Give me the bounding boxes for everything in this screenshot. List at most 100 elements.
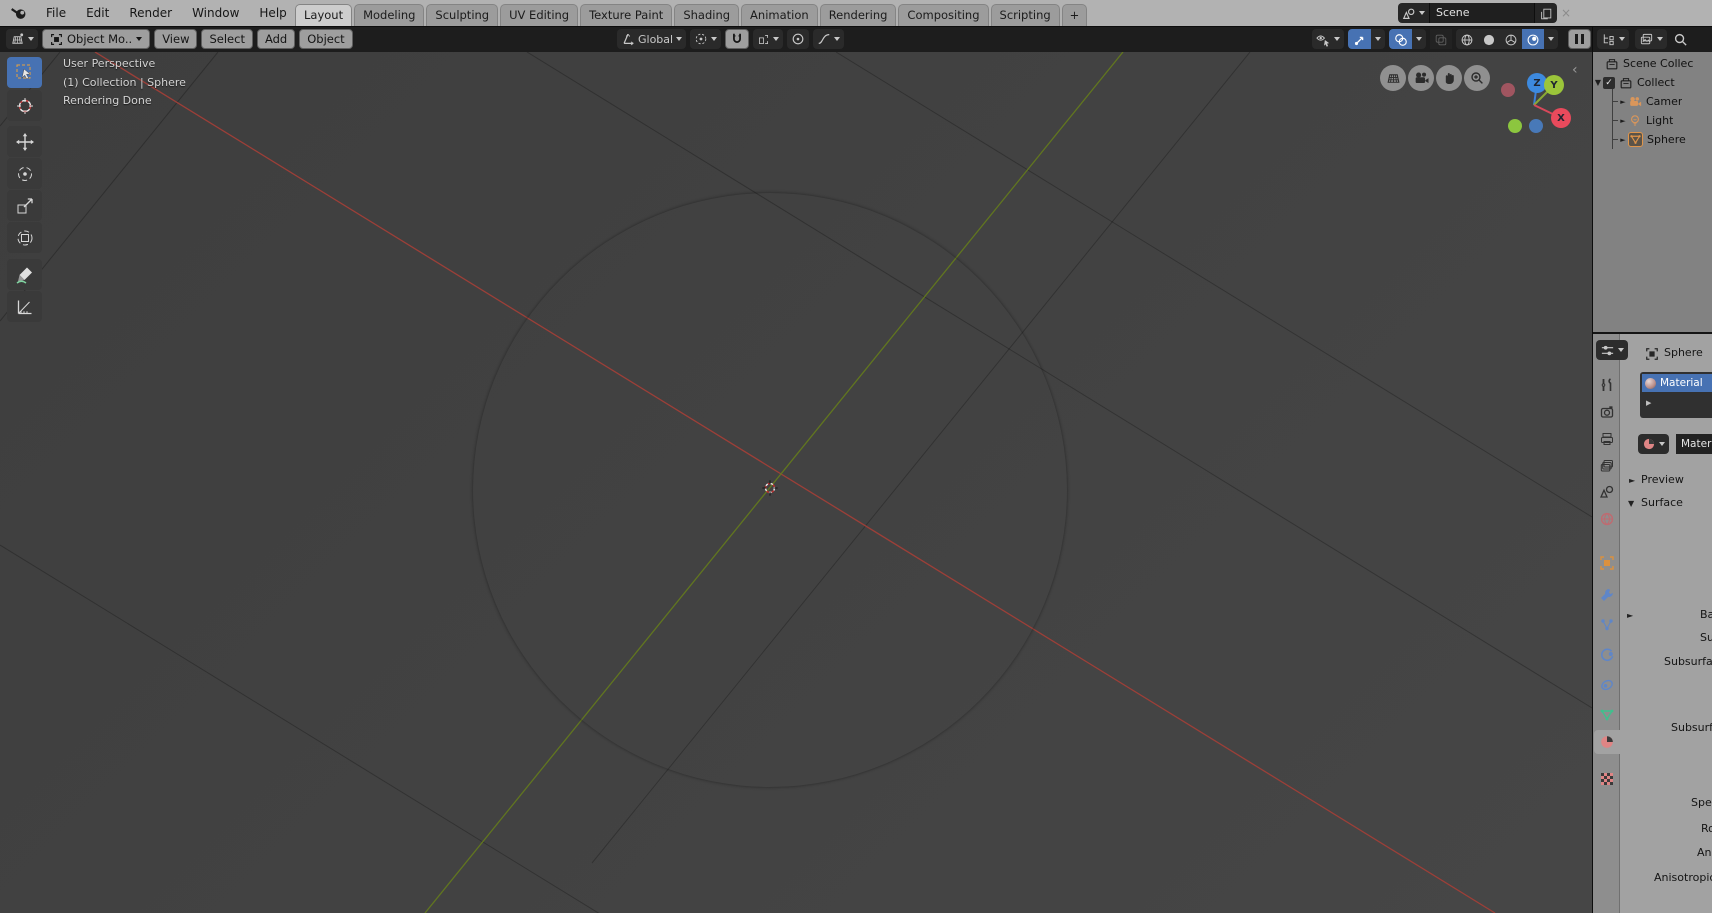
menu-help[interactable]: Help — [249, 1, 296, 25]
unlink-scene-button[interactable]: × — [1557, 6, 1575, 20]
menu-file[interactable]: File — [36, 1, 76, 25]
gizmos-dropdown[interactable] — [1371, 29, 1385, 49]
base-color-expand-arrow[interactable]: ► — [1627, 611, 1633, 620]
tool-scale[interactable] — [7, 190, 42, 221]
shading-dropdown[interactable] — [1544, 29, 1558, 49]
panel-divider[interactable] — [1593, 332, 1712, 334]
material-slot-selected[interactable]: Material — [1642, 374, 1712, 392]
expand-arrow-icon[interactable]: ▼ — [1593, 78, 1603, 87]
tab-shading[interactable]: Shading — [674, 4, 739, 26]
gizmo-neg-x-ball[interactable] — [1501, 83, 1515, 97]
outliner-row-camera[interactable]: ► Camer — [1593, 92, 1712, 111]
tab-tool[interactable] — [1595, 374, 1618, 396]
blender-logo-icon[interactable] — [8, 4, 30, 22]
add-workspace-button[interactable]: + — [1062, 4, 1088, 26]
outliner-filter-button[interactable] — [1635, 29, 1667, 49]
outliner-row-collection[interactable]: ▼ ✓ Collect — [1593, 73, 1712, 92]
tool-annotate[interactable] — [7, 259, 42, 290]
tab-modifiers[interactable] — [1595, 584, 1618, 606]
tab-compositing[interactable]: Compositing — [898, 4, 988, 26]
new-scene-button[interactable] — [1535, 3, 1557, 23]
gizmo-neg-y-ball[interactable] — [1508, 119, 1522, 133]
add-menu[interactable]: Add — [257, 29, 295, 49]
tab-material[interactable] — [1595, 731, 1618, 753]
gizmo-y-ball[interactable]: Y — [1544, 75, 1564, 95]
scene-browse-button[interactable] — [1398, 3, 1429, 23]
tab-sculpting[interactable]: Sculpting — [426, 4, 498, 26]
menu-window[interactable]: Window — [182, 1, 249, 25]
object-menu[interactable]: Object — [299, 29, 352, 49]
shading-material-button[interactable] — [1500, 29, 1522, 49]
panel-expand-arrow[interactable]: ▼ — [1628, 499, 1634, 508]
shading-wireframe-button[interactable] — [1456, 29, 1478, 49]
camera-view-button[interactable] — [1408, 65, 1434, 91]
expand-arrow-icon[interactable]: ► — [1618, 98, 1628, 106]
tab-uv-editing[interactable]: UV Editing — [500, 4, 578, 26]
proportional-editing-toggle[interactable] — [787, 29, 809, 49]
material-browse-button[interactable] — [1638, 434, 1669, 454]
tab-object[interactable] — [1595, 552, 1618, 574]
surface-panel-header[interactable]: Surface — [1641, 496, 1683, 509]
tab-modeling[interactable]: Modeling — [354, 4, 424, 26]
outliner-row-light[interactable]: ► Light — [1593, 111, 1712, 130]
outliner-row-scene-collection[interactable]: Scene Collec — [1593, 54, 1712, 73]
gizmo-x-ball[interactable]: X — [1551, 108, 1571, 128]
expand-arrow-icon[interactable]: ► — [1618, 117, 1628, 125]
menu-render[interactable]: Render — [119, 1, 182, 25]
tab-layout[interactable]: Layout — [295, 4, 352, 26]
overlays-toggle[interactable] — [1389, 29, 1412, 49]
material-name-field[interactable]: Material — [1676, 434, 1712, 454]
outliner-row-sphere[interactable]: ► Sphere — [1593, 130, 1712, 149]
editor-type-button[interactable] — [6, 29, 38, 49]
shading-rendered-button[interactable] — [1522, 29, 1544, 49]
tool-select-box[interactable] — [7, 57, 42, 88]
zoom-view-button[interactable] — [1464, 65, 1490, 91]
shading-solid-button[interactable] — [1478, 29, 1500, 49]
pause-render-button[interactable] — [1568, 29, 1591, 49]
expand-arrow-icon[interactable]: ► — [1618, 136, 1628, 144]
view-menu[interactable]: View — [154, 29, 197, 49]
tool-rotate[interactable] — [7, 158, 42, 189]
xray-toggle[interactable] — [1430, 29, 1452, 49]
tab-scripting[interactable]: Scripting — [991, 4, 1060, 26]
tab-object-data[interactable] — [1595, 704, 1618, 726]
gizmo-neg-z-ball[interactable] — [1529, 119, 1543, 133]
tab-texture[interactable] — [1595, 768, 1618, 790]
menu-edit[interactable]: Edit — [76, 1, 119, 25]
tab-animation[interactable]: Animation — [741, 4, 818, 26]
tool-move[interactable] — [7, 126, 42, 157]
toggle-perspective-button[interactable] — [1380, 65, 1406, 91]
tab-view-layer[interactable] — [1595, 455, 1618, 477]
tab-rendering[interactable]: Rendering — [820, 4, 897, 26]
pivot-point-dropdown[interactable] — [690, 29, 721, 49]
3d-cursor[interactable] — [761, 479, 779, 497]
slot-expand-arrow[interactable]: ▶ — [1646, 399, 1651, 407]
falloff-dropdown[interactable] — [813, 29, 844, 49]
tab-render[interactable] — [1595, 401, 1618, 423]
panel-collapse-arrow[interactable]: ► — [1629, 476, 1635, 485]
snap-toggle[interactable] — [725, 29, 749, 49]
outliner-editor-type-button[interactable] — [1597, 29, 1629, 49]
tab-scene[interactable] — [1595, 481, 1618, 503]
preview-panel-header[interactable]: Preview — [1641, 473, 1684, 486]
tab-particles[interactable] — [1595, 614, 1618, 636]
tab-world[interactable] — [1595, 508, 1618, 530]
tool-transform[interactable] — [7, 222, 42, 253]
overlays-dropdown[interactable] — [1412, 29, 1426, 49]
mode-dropdown[interactable]: Object Mo.. — [42, 29, 150, 49]
3d-viewport[interactable]: User Perspective (1) Collection | Sphere… — [0, 52, 1592, 913]
navigation-gizmo[interactable]: Z Y X — [1495, 64, 1585, 154]
tab-constraints[interactable] — [1595, 674, 1618, 696]
search-icon[interactable] — [1673, 32, 1688, 47]
tab-physics[interactable] — [1595, 644, 1618, 666]
object-visibility-dropdown[interactable] — [1312, 29, 1344, 49]
gizmos-toggle[interactable] — [1348, 29, 1371, 49]
panel-divider[interactable] — [1592, 26, 1593, 913]
transform-orientation-dropdown[interactable]: Global — [617, 29, 686, 49]
properties-editor-type-button[interactable] — [1596, 340, 1628, 360]
select-menu[interactable]: Select — [201, 29, 252, 49]
pan-view-button[interactable] — [1436, 65, 1462, 91]
tab-texture-paint[interactable]: Texture Paint — [580, 4, 672, 26]
scene-name-field[interactable]: Scene — [1429, 3, 1535, 23]
tab-output[interactable] — [1595, 428, 1618, 450]
